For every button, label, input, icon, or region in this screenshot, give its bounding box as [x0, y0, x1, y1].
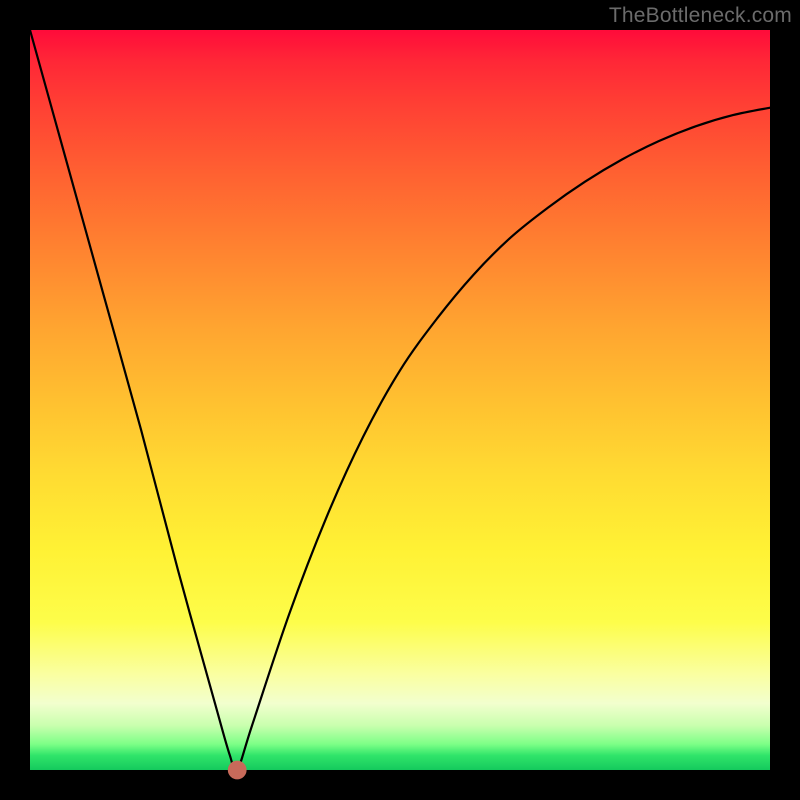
watermark-text: TheBottleneck.com [609, 4, 792, 28]
optimum-marker [228, 761, 246, 779]
bottleneck-curve [30, 30, 770, 771]
outer-frame: TheBottleneck.com [0, 0, 800, 800]
curve-svg [30, 30, 770, 770]
